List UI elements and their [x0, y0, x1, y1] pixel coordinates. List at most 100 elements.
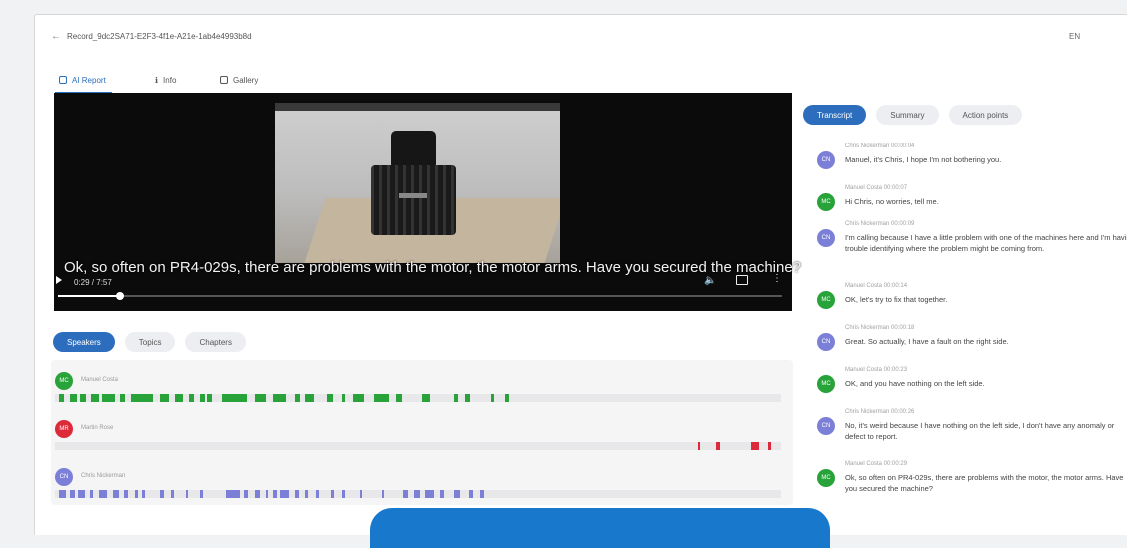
- speech-segment[interactable]: [505, 394, 510, 402]
- report-icon: [59, 76, 67, 84]
- speech-segment[interactable]: [490, 394, 495, 402]
- speech-segment[interactable]: [102, 394, 116, 402]
- speech-segment[interactable]: [767, 442, 771, 450]
- tab-action-points[interactable]: Action points: [948, 105, 1023, 125]
- speech-segment[interactable]: [120, 394, 125, 402]
- tab-gallery[interactable]: Gallery: [220, 69, 258, 91]
- speech-segment[interactable]: [697, 442, 701, 450]
- speech-segment[interactable]: [58, 490, 66, 498]
- speech-segment[interactable]: [381, 490, 384, 498]
- speech-segment[interactable]: [403, 490, 408, 498]
- speech-segment[interactable]: [160, 490, 164, 498]
- speech-segment[interactable]: [221, 394, 248, 402]
- speech-segment[interactable]: [185, 490, 188, 498]
- speech-segment[interactable]: [454, 490, 461, 498]
- transcript-text: OK, let's try to fix that together.: [845, 295, 948, 304]
- tab-topics[interactable]: Topics: [124, 332, 176, 352]
- speaker-timeline[interactable]: [55, 490, 781, 498]
- speech-segment[interactable]: [134, 490, 138, 498]
- progress-knob[interactable]: [115, 292, 124, 300]
- speech-segment[interactable]: [189, 394, 194, 402]
- speech-segment[interactable]: [160, 394, 169, 402]
- tab-transcript[interactable]: Transcript: [803, 105, 867, 125]
- speech-segment[interactable]: [280, 490, 289, 498]
- speech-segment[interactable]: [421, 394, 431, 402]
- back-arrow-icon[interactable]: ←: [51, 31, 61, 42]
- speech-segment[interactable]: [374, 394, 389, 402]
- speech-segment[interactable]: [78, 490, 86, 498]
- speech-segment[interactable]: [207, 394, 212, 402]
- speech-segment[interactable]: [123, 490, 128, 498]
- play-icon[interactable]: [56, 276, 62, 284]
- video-time: 0:29 / 7:57: [74, 278, 112, 287]
- speaker-timeline[interactable]: [55, 442, 781, 450]
- speech-segment[interactable]: [750, 442, 760, 450]
- speech-segment[interactable]: [294, 394, 300, 402]
- speech-segment[interactable]: [414, 490, 421, 498]
- speech-segment[interactable]: [396, 394, 403, 402]
- speech-segment[interactable]: [272, 490, 278, 498]
- tab-ai-report[interactable]: AI Report: [55, 69, 112, 94]
- speech-segment[interactable]: [91, 394, 99, 402]
- speech-segment[interactable]: [98, 490, 108, 498]
- speech-segment[interactable]: [341, 394, 346, 402]
- tab-info[interactable]: ℹ Info: [155, 69, 176, 91]
- tab-label: Info: [163, 75, 177, 85]
- speech-segment[interactable]: [330, 490, 334, 498]
- speech-segment[interactable]: [465, 394, 471, 402]
- speech-segment[interactable]: [305, 394, 315, 402]
- speech-segment[interactable]: [479, 490, 485, 498]
- volume-icon[interactable]: 🔈: [704, 275, 716, 286]
- speech-segment[interactable]: [454, 394, 458, 402]
- more-options-icon[interactable]: ⋮: [772, 273, 782, 284]
- video-progress-bar[interactable]: [58, 292, 782, 300]
- speech-segment[interactable]: [171, 490, 175, 498]
- speech-segment[interactable]: [131, 394, 153, 402]
- speakers-panel: MC Manuel Costa MR Martin Rose CN Chris …: [51, 360, 793, 505]
- speech-segment[interactable]: [89, 490, 93, 498]
- speech-segment[interactable]: [272, 394, 286, 402]
- speech-segment[interactable]: [174, 394, 184, 402]
- speech-segment[interactable]: [113, 490, 119, 498]
- tab-chapters[interactable]: Chapters: [185, 332, 246, 352]
- speech-segment[interactable]: [425, 490, 434, 498]
- speech-segment[interactable]: [352, 394, 364, 402]
- speaker-name: Martin Rose: [81, 425, 114, 431]
- speech-segment[interactable]: [294, 490, 299, 498]
- transcript-meta: Chris Nickerman 00:00:09: [845, 221, 915, 227]
- speech-segment[interactable]: [341, 490, 345, 498]
- speech-segment[interactable]: [80, 394, 87, 402]
- avatar: CN: [55, 468, 73, 486]
- tab-speakers[interactable]: Speakers: [53, 332, 115, 352]
- overlay-banner: [370, 508, 830, 548]
- speech-segment[interactable]: [69, 490, 76, 498]
- speech-segment[interactable]: [243, 490, 249, 498]
- speech-segment[interactable]: [439, 490, 445, 498]
- speech-segment[interactable]: [468, 490, 474, 498]
- speech-segment[interactable]: [254, 490, 261, 498]
- speech-segment[interactable]: [316, 490, 320, 498]
- transcript-text: OK, and you have nothing on the left sid…: [845, 379, 985, 388]
- tab-label: Gallery: [233, 75, 259, 85]
- speech-segment[interactable]: [327, 394, 334, 402]
- speech-segment[interactable]: [359, 490, 363, 498]
- speech-segment[interactable]: [225, 490, 241, 498]
- speech-segment[interactable]: [254, 394, 266, 402]
- speech-segment[interactable]: [69, 394, 77, 402]
- speech-segment[interactable]: [305, 490, 309, 498]
- app-window: ← Record_9dc2SA71-E2F3-4f1e-A21e-1ab4e49…: [34, 14, 1127, 535]
- captions-icon[interactable]: [736, 275, 748, 285]
- transcript-tabs: Transcript Summary Action points: [803, 105, 1023, 127]
- video-player[interactable]: Ok, so often on PR4-029s, there are prob…: [54, 93, 801, 311]
- speech-segment[interactable]: [715, 442, 720, 450]
- tab-summary[interactable]: Summary: [876, 105, 939, 125]
- speech-segment[interactable]: [200, 394, 206, 402]
- language-selector[interactable]: EN: [1069, 32, 1080, 41]
- speaker-timeline[interactable]: [55, 394, 781, 402]
- speech-segment[interactable]: [142, 490, 145, 498]
- speech-segment[interactable]: [265, 490, 269, 498]
- speech-segment[interactable]: [58, 394, 65, 402]
- gallery-icon: [220, 76, 228, 84]
- transcript-meta: Manuel Costa 00:00:23: [845, 367, 908, 373]
- speech-segment[interactable]: [200, 490, 204, 498]
